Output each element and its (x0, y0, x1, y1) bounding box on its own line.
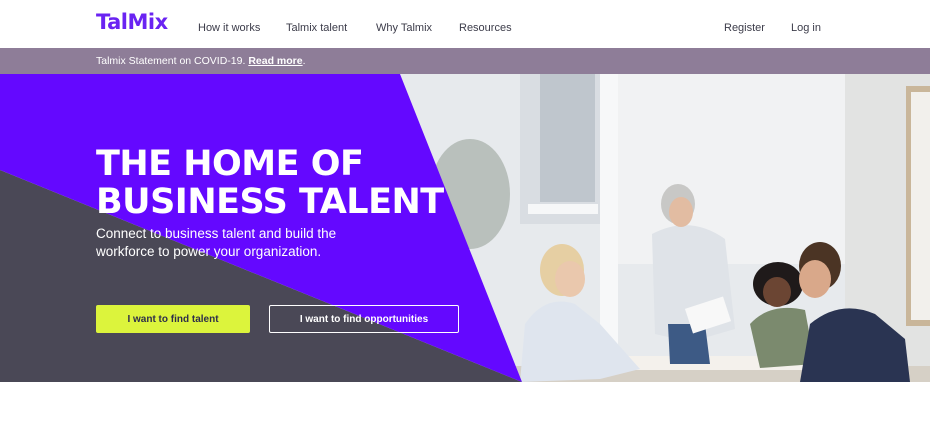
hero-title-line-1: THE HOME OF (96, 144, 364, 184)
notice-text: Talmix Statement on COVID-19. Read more. (96, 55, 306, 67)
nav-how-it-works[interactable]: How it works (198, 22, 260, 34)
read-more-link[interactable]: Read more (248, 55, 302, 67)
site-header: TalMix How it works Talmix talent Why Ta… (0, 0, 930, 48)
hero-title: THE HOME OF BUSINESS TALENT (96, 145, 444, 221)
hero-subtitle: Connect to business talent and build the… (96, 226, 337, 259)
nav-talmix-talent[interactable]: Talmix talent (286, 22, 347, 34)
nav-why-talmix[interactable]: Why Talmix (376, 22, 432, 34)
hero-section: THE HOME OF BUSINESS TALENT Connect to b… (0, 74, 930, 382)
notice-period: . (302, 55, 306, 67)
login-link[interactable]: Log in (791, 22, 821, 34)
notice-statement: Talmix Statement on COVID-19. (96, 55, 246, 67)
nav-resources[interactable]: Resources (459, 22, 512, 34)
hero-title-line-2: BUSINESS TALENT (96, 182, 444, 222)
find-opportunities-button[interactable]: I want to find opportunities (269, 305, 459, 333)
talmix-logo[interactable]: TalMix (96, 10, 168, 34)
find-talent-button[interactable]: I want to find talent (96, 305, 250, 333)
register-link[interactable]: Register (724, 22, 765, 34)
covid-notice-bar: Talmix Statement on COVID-19. Read more. (0, 48, 930, 74)
